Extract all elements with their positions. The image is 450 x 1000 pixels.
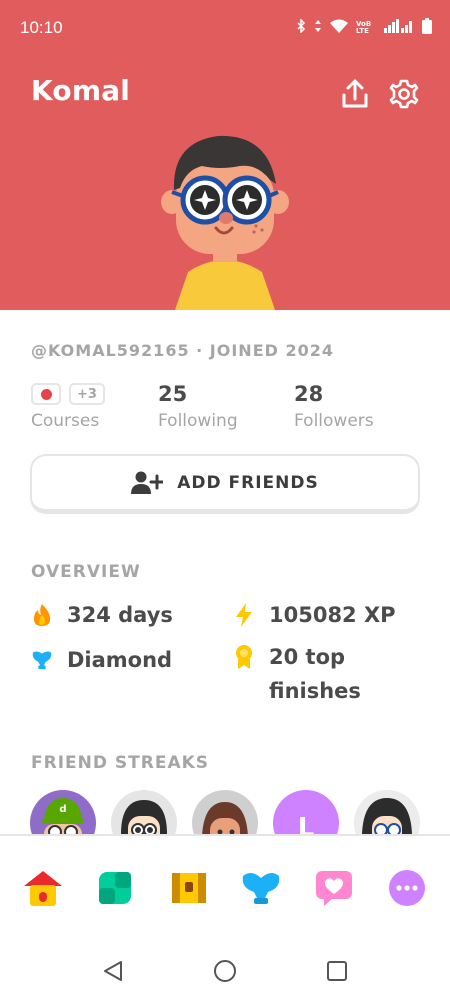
status-icons: VoB LTE	[296, 18, 432, 37]
nav-chest[interactable]	[167, 866, 211, 910]
recents-button[interactable]	[322, 956, 352, 986]
diamond-trophy-icon	[31, 643, 53, 677]
friend-avatar-5[interactable]	[354, 790, 420, 835]
home-system-button[interactable]	[210, 956, 240, 986]
top-finishes-line1: 20 top	[269, 645, 346, 669]
add-friend-icon	[131, 471, 164, 494]
avatar[interactable]	[150, 130, 300, 310]
nav-leagues[interactable]	[239, 866, 283, 910]
recents-icon	[327, 961, 347, 981]
friend-streaks-title: FRIEND STREAKS	[31, 753, 210, 773]
share-button[interactable]	[337, 76, 373, 112]
medal-icon	[233, 640, 255, 674]
svg-text:d: d	[59, 804, 66, 815]
courses-more-badge: +3	[69, 383, 105, 405]
streak-value: 324 days	[67, 603, 173, 627]
home-icon	[24, 871, 62, 906]
leagues-icon	[242, 872, 280, 904]
nav-more[interactable]	[385, 866, 429, 910]
home-circle-icon	[214, 960, 236, 982]
following-count: 25	[158, 382, 188, 406]
friend-streaks-row: d L	[30, 790, 430, 835]
nav-practice[interactable]	[93, 866, 137, 910]
practice-icon	[99, 872, 131, 904]
svg-text:L: L	[298, 813, 315, 835]
following-label: Following	[158, 411, 238, 431]
bottom-nav	[0, 834, 450, 940]
signal-icon	[384, 19, 414, 36]
back-icon	[104, 961, 122, 981]
nav-friends[interactable]	[312, 866, 356, 910]
system-nav-bar	[0, 940, 450, 1000]
profile-header: 10:10 VoB LTE Komal	[0, 0, 450, 310]
wifi-icon	[330, 19, 348, 36]
profile-stats: +3 Courses 25 Following 28 Followers	[31, 381, 421, 441]
top-finishes-line2: finishes	[269, 679, 361, 703]
japan-flag-icon	[31, 383, 61, 405]
network-label: VoB LTE	[356, 19, 372, 35]
status-time: 10:10	[20, 18, 63, 37]
bluetooth-icon	[296, 18, 306, 36]
streak-stat: 324 days	[31, 598, 173, 632]
fire-icon	[31, 598, 53, 632]
followers-count: 28	[294, 382, 324, 406]
username-joined: @KOMAL592165 · JOINED 2024	[31, 341, 335, 360]
gear-icon	[389, 79, 419, 109]
chest-icon	[172, 873, 206, 903]
share-icon	[342, 79, 368, 108]
nav-home[interactable]	[21, 866, 65, 910]
back-button[interactable]	[98, 956, 128, 986]
xp-value: 105082 XP	[269, 603, 396, 627]
top-finishes-value: 20 top finishes	[269, 640, 361, 708]
battery-icon	[422, 18, 432, 37]
overview-title: OVERVIEW	[31, 562, 141, 582]
friend-avatar-4[interactable]: L	[273, 790, 339, 835]
friend-avatar-1[interactable]: d	[30, 790, 96, 835]
add-friends-label: ADD FRIENDS	[177, 472, 319, 493]
xp-stat: 105082 XP	[233, 598, 396, 632]
profile-name: Komal	[31, 74, 131, 107]
friend-avatar-2[interactable]	[111, 790, 177, 835]
courses-stat[interactable]: +3 Courses	[31, 381, 105, 431]
data-arrows-icon	[314, 19, 322, 36]
courses-label: Courses	[31, 411, 100, 431]
lightning-icon	[233, 598, 255, 632]
friends-heart-icon	[316, 871, 352, 906]
league-stat: Diamond	[31, 643, 172, 677]
more-icon	[389, 870, 425, 906]
league-value: Diamond	[67, 648, 173, 672]
followers-stat[interactable]: 28 Followers	[294, 381, 374, 431]
following-stat[interactable]: 25 Following	[158, 381, 238, 431]
settings-button[interactable]	[386, 76, 422, 112]
top-finishes-stat: 20 top finishes	[233, 640, 361, 708]
followers-label: Followers	[294, 411, 374, 431]
add-friends-button[interactable]: ADD FRIENDS	[30, 454, 420, 514]
friend-avatar-3[interactable]	[192, 790, 258, 835]
